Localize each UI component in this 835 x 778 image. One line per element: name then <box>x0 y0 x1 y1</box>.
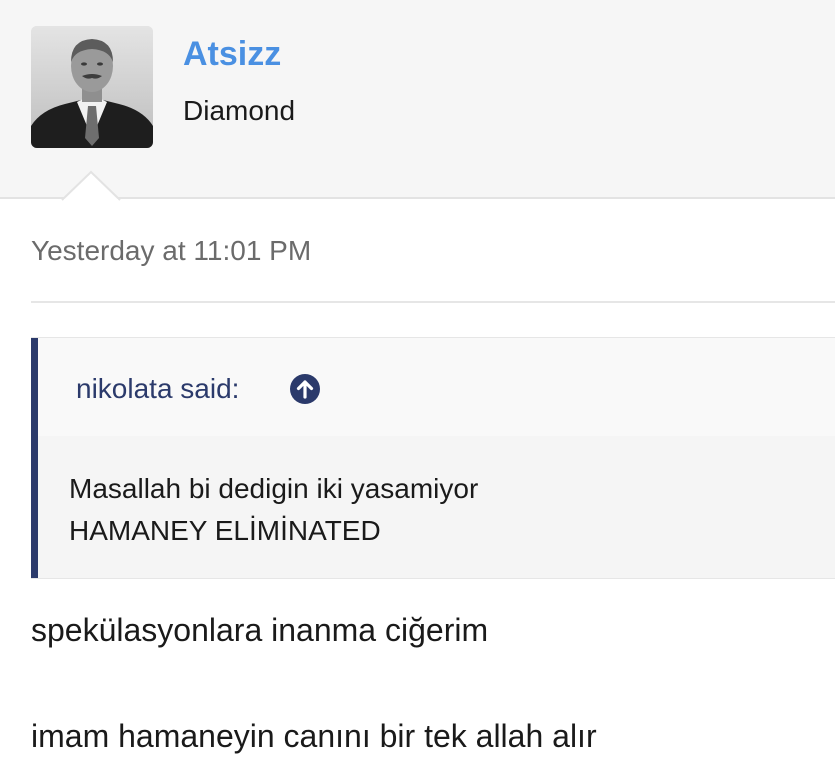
arrow-up-circle-icon[interactable] <box>289 373 321 405</box>
post-timestamp[interactable]: Yesterday at 11:01 PM <box>31 234 311 268</box>
post-author-header: Atsizz Diamond <box>0 0 835 203</box>
quote-line: Masallah bi dedigin iki yasamiyor <box>69 473 479 504</box>
post-body-line: imam hamaneyin canını bir tek allah alır <box>31 718 597 754</box>
thread-post: Atsizz Diamond Yesterday at 11:01 PM nik… <box>0 0 835 778</box>
quote-attribution[interactable]: nikolata said: <box>76 372 239 406</box>
avatar[interactable] <box>31 26 153 148</box>
quote-line: HAMANEY ELİMİNATED <box>69 515 381 546</box>
quote-header: nikolata said: <box>38 338 835 436</box>
author-username[interactable]: Atsizz <box>183 34 281 74</box>
quote-block: nikolata said: Masallah bi dedigin iki y… <box>31 337 835 579</box>
quote-accent-bar <box>31 338 38 578</box>
quote-content: Masallah bi dedigin iki yasamiyor HAMANE… <box>69 468 478 552</box>
author-title: Diamond <box>183 95 296 126</box>
avatar-portrait <box>31 26 153 148</box>
post-body-line: spekülasyonlara inanma ciğerim <box>31 612 489 648</box>
meta-divider <box>31 301 835 303</box>
